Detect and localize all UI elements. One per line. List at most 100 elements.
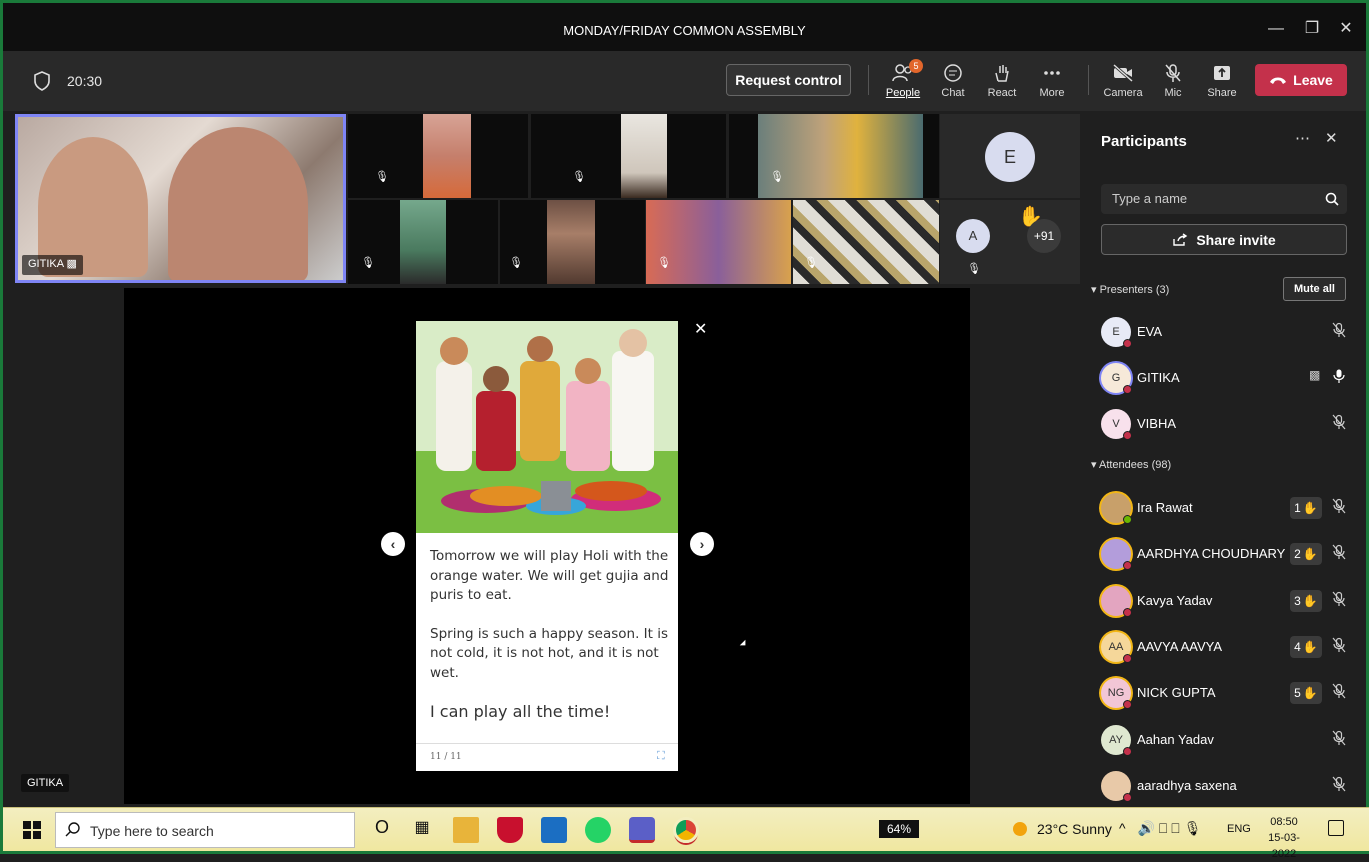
- next-page-button[interactable]: ›: [690, 532, 714, 556]
- system-tray-icons[interactable]: ^ 🔊⎕⎕🎙: [1119, 820, 1205, 837]
- share-invite-button[interactable]: Share invite: [1101, 224, 1347, 255]
- participant-name: NICK GUPTA: [1137, 685, 1216, 701]
- attendee-row[interactable]: aaradhya saxena: [1101, 768, 1356, 804]
- attendee-row[interactable]: AARDHYA CHOUDHARY 2 ✋: [1101, 536, 1356, 572]
- mic-off-icon[interactable]: [1331, 544, 1349, 562]
- request-control-button[interactable]: Request control: [726, 64, 851, 96]
- participant-video: [423, 114, 471, 198]
- video-tile[interactable]: 🎙: [729, 114, 939, 198]
- restore-button[interactable]: ❐: [1297, 17, 1327, 41]
- close-viewer-icon[interactable]: ✕: [694, 319, 707, 339]
- whatsapp-icon[interactable]: [585, 817, 611, 843]
- presenter-row[interactable]: V VIBHA: [1101, 406, 1356, 442]
- video-tile-eva[interactable]: E: [940, 114, 1080, 198]
- close-window-button[interactable]: ✕: [1331, 17, 1361, 41]
- fullscreen-icon[interactable]: ⛶: [657, 750, 665, 763]
- more-button[interactable]: More: [1028, 61, 1076, 105]
- mic-off-icon[interactable]: [1331, 730, 1349, 748]
- raised-hand-badge: 5 ✋: [1290, 682, 1322, 705]
- mic-off-icon: 🎙: [770, 171, 784, 183]
- video-tile[interactable]: 🎙: [793, 200, 939, 284]
- toolbar-divider: [1088, 65, 1089, 95]
- page-counter: 11 / 11: [430, 752, 462, 762]
- meeting-toolbar: 20:30 Request control People 5 Chat Reac…: [3, 51, 1366, 111]
- teams-icon[interactable]: [629, 817, 655, 843]
- mic-off-icon[interactable]: [1331, 637, 1349, 655]
- mute-all-button[interactable]: Mute all: [1283, 277, 1346, 301]
- mail-icon[interactable]: [541, 817, 567, 843]
- chat-button[interactable]: Chat: [929, 61, 977, 105]
- more-options-icon[interactable]: ⋯: [1295, 129, 1310, 147]
- tile-name-label: GITIKA ▩: [22, 255, 83, 275]
- story-paragraph: I can play all the time!: [430, 702, 611, 721]
- hand-icon: [995, 65, 1009, 82]
- file-explorer-icon[interactable]: [453, 817, 479, 843]
- share-icon: [1173, 232, 1188, 246]
- mic-off-icon[interactable]: [1331, 322, 1349, 340]
- previous-page-button[interactable]: ‹: [381, 532, 405, 556]
- participant-name: VIBHA: [1137, 416, 1177, 431]
- avatar: A: [956, 219, 990, 253]
- video-tile[interactable]: 🎙: [348, 114, 528, 198]
- video-tile[interactable]: 🎙: [500, 200, 645, 284]
- close-panel-icon[interactable]: ✕: [1325, 129, 1338, 147]
- presenter-row[interactable]: E EVA: [1101, 314, 1356, 350]
- attendees-section-header[interactable]: ▾ Attendees (98): [1091, 458, 1171, 471]
- avatar: E: [985, 132, 1035, 182]
- avatar: [1101, 493, 1132, 524]
- share-tray-icon: [1214, 66, 1230, 80]
- overflow-count[interactable]: +91: [1027, 219, 1061, 253]
- mic-off-icon: 🎙: [509, 257, 523, 269]
- attendee-row[interactable]: Kavya Yadav 3 ✋: [1101, 583, 1356, 619]
- task-view-icon[interactable]: ▦: [409, 817, 435, 843]
- chrome-icon[interactable]: [673, 817, 699, 843]
- participant-name: EVA: [1137, 324, 1163, 339]
- attendee-row[interactable]: AA AAVYA AAVYA 4 ✋: [1101, 629, 1356, 665]
- people-label: People: [885, 87, 921, 99]
- participant-name: aaradhya saxena: [1137, 777, 1237, 793]
- notifications-icon[interactable]: [1328, 820, 1344, 836]
- avatar: AY: [1101, 724, 1132, 756]
- participant-name: Aahan Yadav: [1137, 731, 1214, 747]
- presenter-row[interactable]: G GITIKA ▩: [1101, 360, 1356, 396]
- mic-off-icon[interactable]: [1331, 414, 1349, 432]
- mic-off-icon[interactable]: [1331, 591, 1349, 609]
- mcafee-icon[interactable]: [497, 817, 523, 843]
- video-tile[interactable]: 🎙: [646, 200, 791, 284]
- teams-window: MONDAY/FRIDAY COMMON ASSEMBLY — ❐ ✕ 20:3…: [0, 0, 1369, 860]
- weather-text[interactable]: 23°C Sunny: [1037, 821, 1112, 837]
- storybook-viewer: Tomorrow we will play Holi with the oran…: [416, 321, 678, 771]
- taskbar-search-input[interactable]: Type here to search: [55, 812, 355, 848]
- cortana-icon[interactable]: O: [369, 817, 395, 843]
- mic-off-icon: 🎙: [804, 257, 818, 269]
- camera-button[interactable]: Camera: [1099, 61, 1147, 105]
- react-label: React: [987, 87, 1017, 99]
- mic-off-icon[interactable]: [1331, 683, 1349, 701]
- mic-on-icon[interactable]: [1331, 368, 1349, 386]
- mic-button[interactable]: Mic: [1149, 61, 1197, 105]
- minimize-button[interactable]: —: [1261, 17, 1291, 41]
- attendee-row[interactable]: NG NICK GUPTA 5 ✋: [1101, 675, 1356, 711]
- language-indicator[interactable]: ENG: [1227, 823, 1251, 835]
- story-text: Tomorrow we will play Holi with the oran…: [430, 547, 670, 722]
- attendee-row[interactable]: AY Aahan Yadav: [1101, 722, 1356, 758]
- video-tile[interactable]: 🎙: [348, 200, 498, 284]
- video-tile[interactable]: 🎙: [531, 114, 726, 198]
- react-button[interactable]: React: [978, 61, 1026, 105]
- mic-off-icon[interactable]: [1331, 776, 1349, 794]
- clock-time: 08:50: [1270, 816, 1298, 828]
- mic-off-icon[interactable]: [1331, 498, 1349, 516]
- leave-label: Leave: [1293, 72, 1333, 88]
- windows-start-icon[interactable]: [23, 821, 41, 839]
- video-tile-gitika[interactable]: GITIKA ▩: [15, 114, 346, 283]
- participant-name: Kavya Yadav: [1137, 592, 1213, 608]
- participant-search-input[interactable]: Type a name: [1101, 184, 1347, 214]
- participant-name: Ira Rawat: [1137, 500, 1193, 515]
- share-button[interactable]: Share: [1198, 61, 1246, 105]
- attendee-row[interactable]: Ira Rawat 1 ✋: [1101, 490, 1356, 526]
- clock[interactable]: 08:50 15-03-2022: [1259, 814, 1309, 862]
- story-paragraph: Tomorrow we will play Holi with the oran…: [430, 548, 669, 603]
- video-tile-overflow[interactable]: A 🎙 ✋ +91: [940, 200, 1080, 284]
- presenters-section-header[interactable]: ▾ Presenters (3): [1091, 283, 1169, 296]
- leave-button[interactable]: Leave: [1255, 64, 1347, 96]
